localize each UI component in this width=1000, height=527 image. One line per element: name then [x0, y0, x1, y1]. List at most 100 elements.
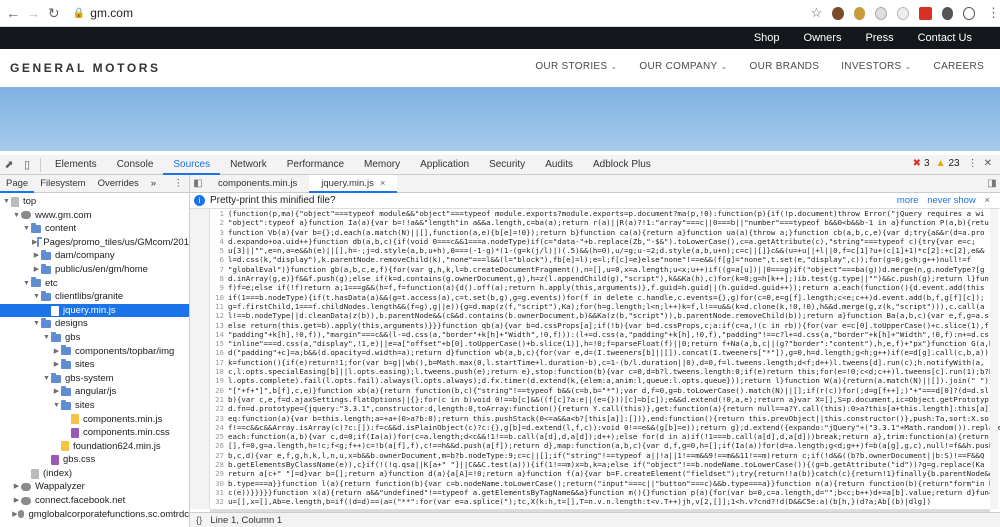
extension-icon[interactable] [875, 6, 888, 20]
line-number[interactable]: 1 [210, 209, 224, 218]
kebab-menu-icon[interactable]: ⋮ [168, 175, 190, 193]
line-number[interactable]: 11 [210, 302, 224, 311]
tree-item[interactable]: ▶ angular/js [0, 385, 189, 399]
expanded-arrow-icon[interactable]: ▼ [52, 399, 61, 413]
line-number[interactable]: 27 [210, 451, 224, 460]
tree-item[interactable]: ▶ components/topbar/img [0, 345, 189, 359]
code-line[interactable]: 15 "inline"===d.css(a,"display",!1,e)||e=… [210, 339, 1000, 348]
line-number[interactable]: 13 [210, 321, 224, 330]
code-text[interactable]: d.inArray(g,e)}f&&f.push(g);else if(k=d.… [228, 274, 989, 283]
code-line[interactable]: 14 "padding"+k[h],!0,f)),"margin"===c&&(l… [210, 330, 1000, 339]
code-text[interactable]: "object":typeof a}function Ia(a){var b=!… [228, 218, 993, 227]
close-icon[interactable]: × [380, 178, 386, 189]
code-text[interactable]: eq:function(a){var b=this.length;a=+a+(0… [228, 414, 998, 423]
code-line[interactable]: 25 each:function(a,b){var c,d=0;if(Ia(a))… [210, 432, 1000, 441]
tree-item[interactable]: ▼ designs [0, 317, 189, 331]
line-number[interactable]: 2 [210, 218, 224, 227]
expanded-arrow-icon[interactable]: ▼ [32, 317, 41, 331]
code-text[interactable]: "padding"+k[h],!0,f)),"margin"===c&&(l-=… [228, 330, 989, 339]
code-line[interactable]: 6 l=d.css(k,"display"),k.parentNode.remov… [210, 255, 1000, 264]
code-text[interactable]: c,l.opts.specialEasing[b]||l.opts.easing… [228, 367, 998, 376]
line-number[interactable]: 31 [210, 488, 224, 497]
top-link-owners[interactable]: Owners [804, 32, 842, 44]
code-line[interactable]: 30 b.type===a}}function l(a){return funct… [210, 479, 1000, 488]
collapsed-arrow-icon[interactable]: ▶ [32, 263, 41, 277]
code-line[interactable]: 17 k=function(){if(e)return!1;for(var b=g… [210, 358, 1000, 367]
extension-icon[interactable] [832, 6, 844, 20]
code-line[interactable]: 26 [],f=0,g=a.length,h=!c;f<g;f++)c=!b(a[… [210, 441, 1000, 450]
toggle-debugger-icon[interactable]: ◨ [984, 178, 1000, 189]
tree-item[interactable]: ▼ etc [0, 277, 189, 291]
line-number[interactable]: 3 [210, 228, 224, 237]
collapsed-arrow-icon[interactable]: ▶ [12, 494, 21, 508]
tab-security[interactable]: Security [479, 155, 535, 175]
extension-icon[interactable] [941, 6, 954, 20]
tree-item[interactable]: ▼ gbs [0, 331, 189, 345]
line-number[interactable]: 16 [210, 348, 224, 357]
close-icon[interactable]: × [984, 195, 990, 206]
code-line[interactable]: 7 "globalEval")}function gb(a,b,c,e,f){fo… [210, 265, 1000, 274]
never-show-link[interactable]: never show [927, 195, 976, 206]
code-text[interactable]: else return(this.get=b).apply(this,argum… [228, 321, 989, 330]
back-arrow-icon[interactable]: ← [6, 5, 20, 21]
code-text[interactable]: u=[],x=[],Ab=e.length,b=if((d=d)==(a=("*… [228, 497, 931, 506]
code-line[interactable]: 5 u[3]||"",e=n,a=e&&h(e)||[],h=-;j=d.styl… [210, 246, 1000, 255]
line-number[interactable]: 24 [210, 423, 224, 432]
nav-our-company[interactable]: OUR COMPANY ⌄ [639, 61, 727, 72]
collapsed-arrow-icon[interactable]: ▶ [32, 249, 41, 263]
code-line[interactable]: 10 if(1===b.nodeType){if(t.hasData(a)&&(g… [210, 293, 1000, 302]
code-line[interactable]: 1 (function(p,ma){"object"===typeof modul… [210, 209, 1000, 218]
code-line[interactable]: 32 u=[],x=[],Ab=e.length,b=if((d=d)==(a=(… [210, 497, 1000, 506]
line-number[interactable]: 20 [210, 386, 224, 395]
tree-item[interactable]: ▼ clientlibs/granite [0, 290, 189, 304]
close-icon[interactable]: ✕ [984, 158, 992, 169]
line-number[interactable]: 21 [210, 395, 224, 404]
tab-application[interactable]: Application [410, 155, 479, 175]
code-editor[interactable]: 1 (function(p,ma){"object"===typeof modul… [210, 209, 1000, 509]
tree-item[interactable]: foundation624.min.js [0, 440, 189, 454]
line-number[interactable]: 25 [210, 432, 224, 441]
tab-overrides[interactable]: Overrides [92, 175, 145, 193]
line-number[interactable]: 17 [210, 358, 224, 367]
device-toolbar-icon[interactable]: ▯ [18, 158, 36, 171]
profile-icon[interactable] [963, 6, 975, 20]
line-number[interactable]: 26 [210, 441, 224, 450]
tree-item[interactable]: components.min.js [0, 413, 189, 427]
forward-arrow-icon[interactable]: → [26, 5, 40, 21]
code-line[interactable]: 13 else return(this.get=b).apply(this,arg… [210, 321, 1000, 330]
tree-item[interactable]: ▼ sites [0, 399, 189, 413]
line-number[interactable]: 8 [210, 274, 224, 283]
code-line[interactable]: 27 b,c,d){var e,f,g,h,k,l,n,u,x=b&&b.owne… [210, 451, 1000, 460]
code-text[interactable]: b){var c,e,f=d.ajaxSettings.flatOptions|… [228, 395, 989, 404]
more-link[interactable]: more [897, 195, 919, 206]
error-count[interactable]: 3 [924, 158, 930, 169]
code-line[interactable]: 21 b){var c,e,f=d.ajaxSettings.flatOption… [210, 395, 1000, 404]
code-text[interactable]: b,c,d){var e,f,g,h,k,l,n,u,x=b&&b.ownerD… [228, 451, 984, 460]
code-text[interactable]: b.type===a}}function l(a){return functio… [228, 479, 993, 488]
more-tabs-icon[interactable]: » [145, 175, 162, 193]
collapsed-arrow-icon[interactable]: ▶ [52, 358, 61, 372]
line-number[interactable]: 12 [210, 311, 224, 320]
code-text[interactable]: f)f=e;else if(!f)return a;1===g&&(h=f,f=… [228, 283, 984, 292]
code-line[interactable]: 28 b.getElementsByClassName(e)),c}if(!(!q… [210, 460, 1000, 469]
code-text[interactable]: b.getElementsByClassName(e)),c}if(!(!q.q… [228, 460, 984, 469]
tree-item[interactable]: ▶ sites [0, 358, 189, 372]
collapsed-arrow-icon[interactable]: ▶ [52, 385, 61, 399]
address-bar[interactable]: 🔒 gm.com [73, 3, 716, 24]
line-number[interactable]: 15 [210, 339, 224, 348]
code-line[interactable]: 3 function Vb(a){var b={};d.each(a.match(… [210, 228, 1000, 237]
tab-adblock-plus[interactable]: Adblock Plus [583, 155, 661, 175]
code-text[interactable]: l=d.css(k,"display"),k.parentNode.remove… [228, 255, 971, 264]
code-text[interactable]: "globalEval")}function gb(a,b,c,e,f){for… [228, 265, 984, 274]
url-text[interactable]: gm.com [90, 6, 133, 20]
nav-our-stories[interactable]: OUR STORIES ⌄ [535, 61, 617, 72]
expanded-arrow-icon[interactable]: ▼ [22, 277, 31, 291]
inspect-element-icon[interactable]: ⬈ [0, 158, 18, 171]
tab-sources[interactable]: Sources [163, 155, 221, 175]
code-line[interactable]: 9 f)f=e;else if(!f)return a;1===g&&(h=f,f… [210, 283, 1000, 292]
collapsed-arrow-icon[interactable]: ▶ [52, 345, 61, 359]
code-line[interactable]: 23 eq:function(a){var b=this.length;a=+a+… [210, 414, 1000, 423]
tab-console[interactable]: Console [107, 155, 164, 175]
error-icon[interactable]: ✖ [913, 158, 921, 169]
code-line[interactable]: 8 d.inArray(g,e)}f&&f.push(g);else if(k=d… [210, 274, 1000, 283]
